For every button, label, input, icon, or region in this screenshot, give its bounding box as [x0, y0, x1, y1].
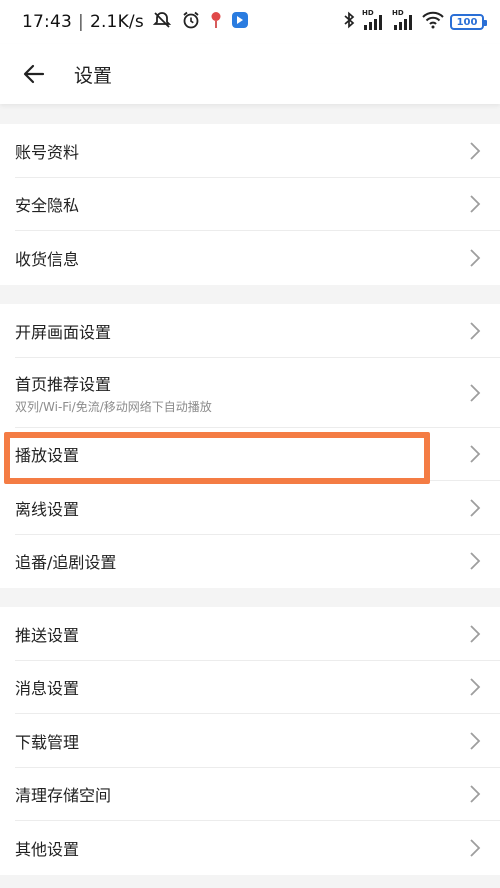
chevron-right-icon — [468, 783, 482, 805]
settings-item-other[interactable]: 其他设置 — [0, 821, 500, 875]
signal-1-icon: HD — [362, 9, 386, 31]
alarm-icon — [181, 10, 201, 34]
settings-item-offline[interactable]: 离线设置 — [0, 481, 500, 535]
settings-item-home-recommend[interactable]: 首页推荐设置 双列/Wi-Fi/免流/移动网络下自动播放 — [0, 358, 500, 428]
chevron-right-icon — [468, 676, 482, 698]
status-separator: | — [78, 12, 84, 32]
settings-item-messages[interactable]: 消息设置 — [0, 661, 500, 715]
back-button[interactable] — [14, 54, 54, 94]
settings-item-label: 开屏画面设置 — [15, 322, 112, 342]
settings-item-splash-screen[interactable]: 开屏画面设置 — [0, 304, 500, 358]
settings-item-label: 安全隐私 — [15, 196, 80, 216]
page-title: 设置 — [74, 64, 113, 87]
status-time: 17:43 — [22, 12, 72, 32]
battery-icon: 100 — [450, 14, 487, 30]
signal-2-label: HD — [392, 9, 404, 17]
settings-group-account: 账号资料 安全隐私 收货信息 — [0, 124, 500, 285]
chevron-right-icon — [468, 730, 482, 752]
settings-item-label: 播放设置 — [15, 446, 80, 466]
location-pin-icon — [210, 11, 222, 33]
settings-item-label: 首页推荐设置 — [15, 374, 112, 394]
settings-item-subtitle: 双列/Wi-Fi/免流/移动网络下自动播放 — [15, 399, 212, 414]
chevron-right-icon — [468, 497, 482, 519]
settings-item-shipping-info[interactable]: 收货信息 — [0, 231, 500, 285]
settings-item-follow-series[interactable]: 追番/追剧设置 — [0, 535, 500, 589]
wifi-icon — [422, 11, 444, 33]
bluetooth-icon — [342, 11, 356, 33]
chevron-right-icon — [468, 140, 482, 162]
settings-item-label: 其他设置 — [15, 839, 80, 859]
signal-2-icon: HD — [392, 9, 416, 31]
settings-item-downloads[interactable]: 下载管理 — [0, 714, 500, 768]
settings-group-system: 推送设置 消息设置 下载管理 清理存储空间 其他设置 — [0, 607, 500, 875]
battery-level: 100 — [456, 16, 478, 28]
status-bar: 17:43 | 2.1K/s HD HD 100 — [0, 0, 500, 44]
chevron-right-icon — [468, 247, 482, 269]
chevron-right-icon — [468, 443, 482, 465]
settings-item-label: 推送设置 — [15, 625, 80, 645]
settings-item-clear-storage[interactable]: 清理存储空间 — [0, 768, 500, 822]
settings-item-label: 离线设置 — [15, 499, 80, 519]
app-notification-icon — [231, 11, 249, 33]
chevron-right-icon — [468, 623, 482, 645]
chevron-right-icon — [468, 320, 482, 342]
settings-group-playback: 开屏画面设置 首页推荐设置 双列/Wi-Fi/免流/移动网络下自动播放 播放设置… — [0, 304, 500, 588]
chevron-right-icon — [468, 550, 482, 572]
settings-item-account-profile[interactable]: 账号资料 — [0, 124, 500, 178]
chevron-right-icon — [468, 382, 482, 404]
mute-notification-icon — [152, 10, 172, 34]
chevron-right-icon — [468, 193, 482, 215]
app-bar: 设置 — [0, 44, 500, 104]
signal-1-label: HD — [362, 9, 374, 17]
settings-item-label: 账号资料 — [15, 142, 80, 162]
settings-item-label: 下载管理 — [15, 732, 80, 752]
settings-item-push[interactable]: 推送设置 — [0, 607, 500, 661]
back-arrow-icon — [23, 64, 45, 84]
settings-item-label: 追番/追剧设置 — [15, 553, 117, 573]
settings-item-label: 消息设置 — [15, 679, 80, 699]
status-net-speed: 2.1K/s — [89, 12, 144, 32]
settings-item-security-privacy[interactable]: 安全隐私 — [0, 178, 500, 232]
settings-item-playback[interactable]: 播放设置 — [0, 428, 500, 482]
settings-item-label: 收货信息 — [15, 249, 80, 269]
chevron-right-icon — [468, 837, 482, 859]
settings-item-label: 清理存储空间 — [15, 786, 112, 806]
